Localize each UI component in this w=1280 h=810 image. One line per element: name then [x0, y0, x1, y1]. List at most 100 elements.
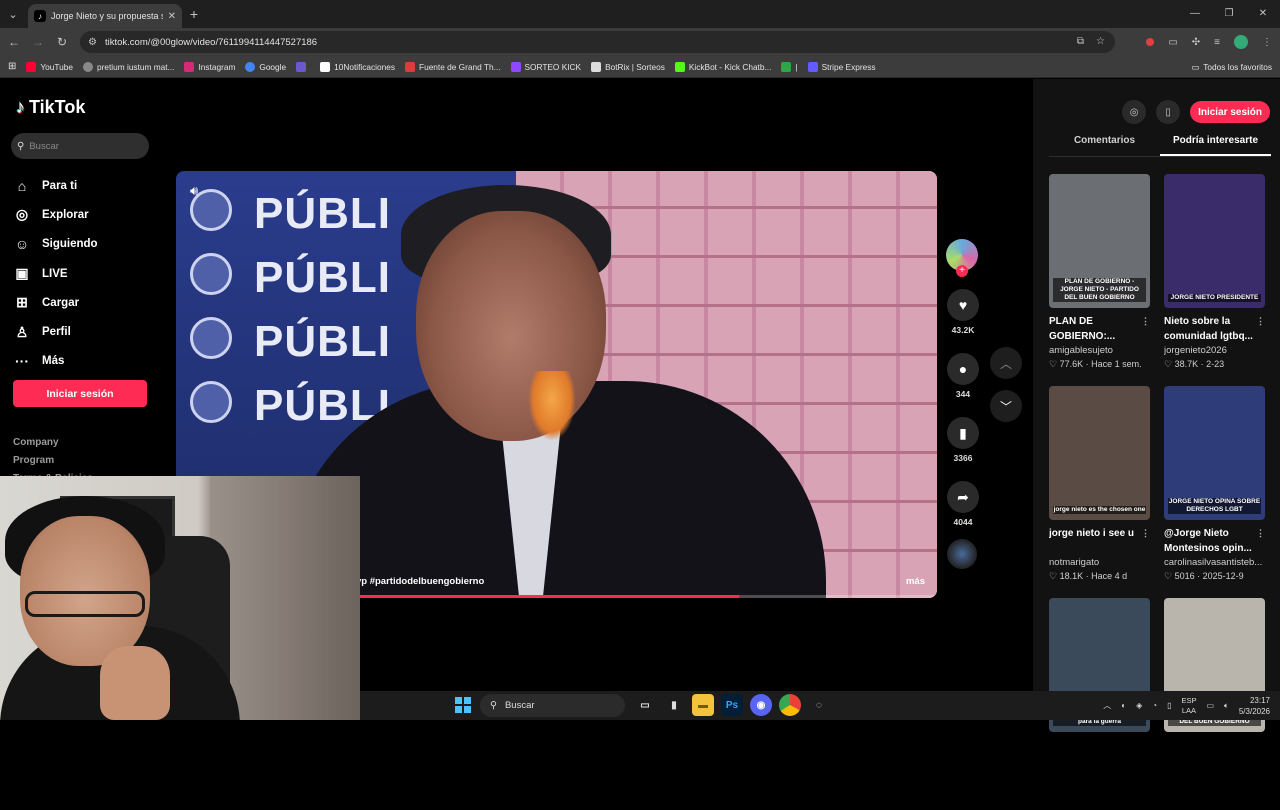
- install-app-icon[interactable]: ⧉: [1077, 31, 1084, 53]
- recommended-video-card[interactable]: JORGE NIETO OPINA SOBRE DERECHOS LGBT @Jo…: [1164, 386, 1265, 598]
- footer-link-program[interactable]: Program: [13, 452, 93, 470]
- save-action[interactable]: ▮ 3366: [946, 417, 980, 463]
- bookmark-item[interactable]: Fuente de Grand Th...: [405, 61, 501, 72]
- obs-icon[interactable]: ◌: [808, 694, 830, 716]
- recommended-video-card[interactable]: JORGE NIETO PRESIDENTE Nieto sobre la com…: [1164, 174, 1265, 386]
- bookmark-item[interactable]: [296, 61, 310, 72]
- next-video-button[interactable]: ﹀: [990, 390, 1022, 422]
- tiktok-logo[interactable]: ♪ TikTok: [16, 97, 85, 118]
- new-tab-icon[interactable]: +: [182, 6, 206, 22]
- taskbar-search[interactable]: ⚲ Buscar: [480, 694, 625, 717]
- footer-link-company[interactable]: Company: [13, 434, 93, 452]
- file-explorer-icon[interactable]: ▬: [692, 694, 714, 716]
- bookmark-item[interactable]: Google: [245, 61, 286, 72]
- tray-overflow-icon[interactable]: ︿: [1103, 700, 1111, 711]
- bookmark-star-icon[interactable]: ☆: [1096, 31, 1105, 53]
- minimize-icon[interactable]: —: [1178, 0, 1212, 28]
- previous-video-button[interactable]: ︿: [990, 347, 1022, 379]
- bookmark-item[interactable]: Stripe Express: [807, 61, 876, 72]
- browser-tab[interactable]: ♪ Jorge Nieto y su propuesta sob ✕: [28, 4, 182, 28]
- bookmark-icon[interactable]: ▮: [947, 417, 979, 449]
- comment-icon[interactable]: ●: [947, 353, 979, 385]
- share-action[interactable]: ➦ 4044: [946, 481, 980, 527]
- bookmark-item[interactable]: YouTube: [26, 61, 73, 72]
- clock[interactable]: 23:17 5/3/2026: [1239, 695, 1270, 717]
- extension-icon[interactable]: ▭: [1168, 37, 1177, 48]
- recording-extension-icon[interactable]: [1146, 38, 1155, 46]
- video-thumbnail[interactable]: jorge nieto es the chosen one: [1049, 386, 1150, 520]
- card-author[interactable]: carolinasilvasantisteb...: [1164, 557, 1265, 568]
- tray-app-icon[interactable]: ◐: [1121, 701, 1126, 710]
- forward-icon[interactable]: →: [26, 35, 50, 49]
- chrome-icon[interactable]: [779, 694, 801, 716]
- search-input[interactable]: ⚲ Buscar: [11, 133, 149, 159]
- media-controls-icon[interactable]: ≡: [1214, 37, 1220, 48]
- music-disc-icon[interactable]: [947, 539, 977, 569]
- tab-podria-interesarte[interactable]: Podría interesarte: [1160, 135, 1271, 156]
- card-title[interactable]: Nieto sobre la comunidad lgtbq... ⋮: [1164, 314, 1265, 344]
- card-title[interactable]: @Jorge Nieto Montesinos opin... ⋮: [1164, 526, 1265, 556]
- bookmark-item[interactable]: KickBot - Kick Chatb...: [674, 61, 771, 72]
- follow-plus-icon[interactable]: +: [956, 265, 968, 277]
- tray-wifi-icon[interactable]: ◔: [1152, 701, 1157, 710]
- sidebar-item-live[interactable]: ▣ LIVE: [14, 259, 98, 288]
- card-more-icon[interactable]: ⋮: [1256, 314, 1265, 329]
- video-thumbnail[interactable]: PLAN DE GOBIERNO - JORGE NIETO - PARTIDO…: [1049, 174, 1150, 308]
- video-thumbnail[interactable]: JORGE NIETO OPINA SOBRE DERECHOS LGBT: [1164, 386, 1265, 520]
- tray-mic-icon[interactable]: ▯: [1167, 701, 1171, 710]
- header-login-button[interactable]: Iniciar sesión: [1190, 101, 1270, 123]
- tray-shield-icon[interactable]: ◈: [1136, 701, 1142, 710]
- reload-icon[interactable]: ↻: [50, 35, 74, 49]
- all-bookmarks[interactable]: ▭ Todos los favoritos: [1191, 56, 1272, 78]
- card-more-icon[interactable]: ⋮: [1256, 526, 1265, 541]
- share-icon[interactable]: ➦: [947, 481, 979, 513]
- card-more-icon[interactable]: ⋮: [1141, 526, 1150, 541]
- apps-grid-icon[interactable]: ⊞: [8, 61, 16, 72]
- video-thumbnail[interactable]: JORGE NIETO PRESIDENTE: [1164, 174, 1265, 308]
- sidebar-item-perfil[interactable]: ♙ Perfil: [14, 317, 98, 346]
- speaker-icon[interactable]: 🔈︎: [1224, 701, 1229, 711]
- card-more-icon[interactable]: ⋮: [1141, 314, 1150, 329]
- creator-avatar[interactable]: +: [946, 239, 978, 277]
- login-button[interactable]: Iniciar sesión: [13, 380, 147, 407]
- card-author[interactable]: amigablesujeto: [1049, 345, 1150, 356]
- close-window-icon[interactable]: ✕: [1246, 0, 1280, 28]
- coin-icon[interactable]: ◎: [1122, 100, 1147, 124]
- heart-icon[interactable]: ♥: [947, 289, 979, 321]
- windows-start-icon[interactable]: [455, 697, 471, 713]
- close-tab-icon[interactable]: ✕: [168, 11, 176, 22]
- volume-icon[interactable]: 🔊︎: [190, 183, 198, 199]
- kebab-menu-icon[interactable]: ⋮: [1262, 37, 1272, 48]
- discord-icon[interactable]: ◉: [750, 694, 772, 716]
- bookmark-item[interactable]: Instagram: [184, 61, 235, 72]
- back-icon[interactable]: ←: [2, 35, 26, 49]
- app-icon[interactable]: ▮: [663, 694, 685, 716]
- photoshop-icon[interactable]: Ps: [721, 694, 743, 716]
- bookmark-item[interactable]: BotRix | Sorteos: [591, 61, 665, 72]
- puzzle-extensions-icon[interactable]: ✣: [1192, 37, 1200, 48]
- like-action[interactable]: ♥ 43.2K: [946, 289, 980, 335]
- restore-icon[interactable]: ❐: [1212, 0, 1246, 28]
- recommended-video-card[interactable]: jorge nieto es the chosen one jorge nieto…: [1049, 386, 1150, 598]
- sidebar-item-mas[interactable]: ··· Más: [14, 347, 98, 376]
- tab-search-icon[interactable]: ⌄: [0, 0, 26, 28]
- network-icon[interactable]: ▭: [1206, 701, 1214, 710]
- task-view-icon[interactable]: ▭: [634, 694, 656, 716]
- sidebar-item-para-ti[interactable]: ⌂ Para ti: [14, 171, 98, 200]
- profile-avatar-icon[interactable]: [1234, 35, 1248, 49]
- tab-comentarios[interactable]: Comentarios: [1049, 135, 1160, 156]
- bookmark-item[interactable]: SORTEO KICK: [510, 61, 581, 72]
- card-title[interactable]: jorge nieto i see u ⋮: [1049, 526, 1150, 556]
- comment-action[interactable]: ● 344: [946, 353, 980, 399]
- sidebar-item-siguiendo[interactable]: ☺ Siguiendo: [14, 230, 98, 259]
- device-icon[interactable]: ▯: [1156, 100, 1181, 124]
- url-bar[interactable]: ⚙ tiktok.com/@00glow/video/7611994114447…: [80, 31, 1115, 53]
- caption-more-link[interactable]: más: [906, 576, 925, 587]
- bookmark-item[interactable]: 10Notificaciones: [320, 61, 395, 72]
- language-indicator[interactable]: ESP LAA: [1181, 696, 1196, 716]
- card-author[interactable]: jorgenieto2026: [1164, 345, 1265, 356]
- card-author[interactable]: notmarigato: [1049, 557, 1150, 568]
- sidebar-item-explorar[interactable]: ◎ Explorar: [14, 200, 98, 229]
- bookmark-item[interactable]: |: [781, 61, 798, 72]
- recommended-video-card[interactable]: PLAN DE GOBIERNO - JORGE NIETO - PARTIDO…: [1049, 174, 1150, 386]
